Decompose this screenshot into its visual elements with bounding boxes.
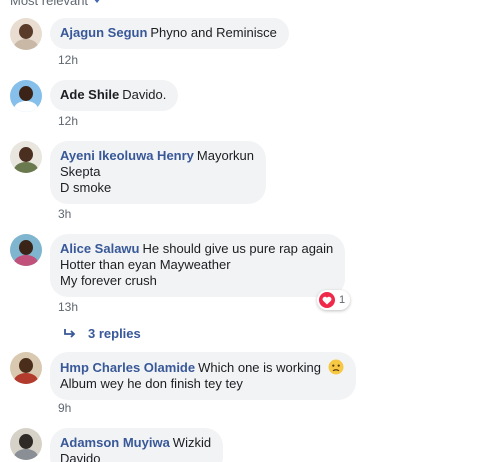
comment-author[interactable]: Adamson Muyiwa <box>60 435 170 450</box>
comment-author[interactable]: Alice Salawu <box>60 241 139 256</box>
comment-bubble: Adamson Muyiwa Wizkid Davido <box>50 428 224 462</box>
avatar[interactable] <box>10 234 42 266</box>
avatar[interactable] <box>10 18 42 50</box>
reaction-count: 1 <box>339 294 346 306</box>
comment: Ade Shile Davido. <box>10 80 179 112</box>
comment-text: D smoke <box>60 180 112 195</box>
comment-text: Davido <box>60 451 101 462</box>
comment-text: Skepta <box>60 164 101 179</box>
comment-text: Phyno and Reminisce <box>150 25 277 40</box>
comment: Adamson Muyiwa Wizkid Davido <box>10 428 224 462</box>
comment-timestamp[interactable]: 12h <box>58 53 78 67</box>
comment-author[interactable]: Hmp Charles Olamide <box>60 360 195 375</box>
comment-bubble: Ade Shile Davido. <box>50 80 179 111</box>
comment: Ayeni Ikeoluwa Henry Mayorkun Skepta D sm… <box>10 141 266 204</box>
comment-text: He should give us pure rap again <box>142 241 334 256</box>
comment-text: Davido. <box>122 87 167 102</box>
reply-arrow-icon <box>64 328 76 338</box>
reaction-badge[interactable]: 1 <box>317 290 351 310</box>
comment-author[interactable]: Ayeni Ikeoluwa Henry <box>60 148 194 163</box>
comment-timestamp[interactable]: 9h <box>58 401 71 415</box>
comment-text: Album wey he don finish tey tey <box>60 376 243 391</box>
comment-text: My forever crush <box>60 273 157 288</box>
comment-bubble: Hmp Charles Olamide Which one is working … <box>50 352 356 400</box>
avatar[interactable] <box>10 352 42 384</box>
comment-bubble: Alice Salawu He should give us pure rap a… <box>50 234 346 297</box>
comment-bubble: Ayeni Ikeoluwa Henry Mayorkun Skepta D sm… <box>50 141 266 204</box>
comment-text: Hotter than eyan Mayweather <box>60 257 231 272</box>
sort-label: Most relevant <box>10 0 89 8</box>
comment-text: Wizkid <box>172 435 212 450</box>
avatar[interactable] <box>10 141 42 173</box>
comment: Ajagun Segun Phyno and Reminisce <box>10 18 289 50</box>
view-replies-link[interactable]: 3 replies <box>64 326 141 341</box>
comment-timestamp[interactable]: 3h <box>58 207 71 221</box>
comment: Alice Salawu He should give us pure rap a… <box>10 234 346 297</box>
replies-label: 3 replies <box>88 326 141 341</box>
comment-timestamp[interactable]: 12h <box>58 114 78 128</box>
avatar[interactable] <box>10 428 42 460</box>
love-reaction-icon <box>319 292 335 308</box>
avatar[interactable] <box>10 80 42 112</box>
comment-timestamp[interactable]: 13h <box>58 300 78 314</box>
comment-bubble: Ajagun Segun Phyno and Reminisce <box>50 18 289 49</box>
comment-author[interactable]: Ajagun Segun <box>60 25 147 40</box>
comment: Hmp Charles Olamide Which one is working … <box>10 352 356 400</box>
sort-dropdown[interactable]: Most relevant <box>10 0 102 8</box>
chevron-down-icon <box>93 0 102 3</box>
comment-text: Which one is working <box>198 360 321 375</box>
sad-emoji-icon <box>328 359 344 375</box>
comment-text: Mayorkun <box>196 148 254 163</box>
comment-author[interactable]: Ade Shile <box>60 87 119 102</box>
